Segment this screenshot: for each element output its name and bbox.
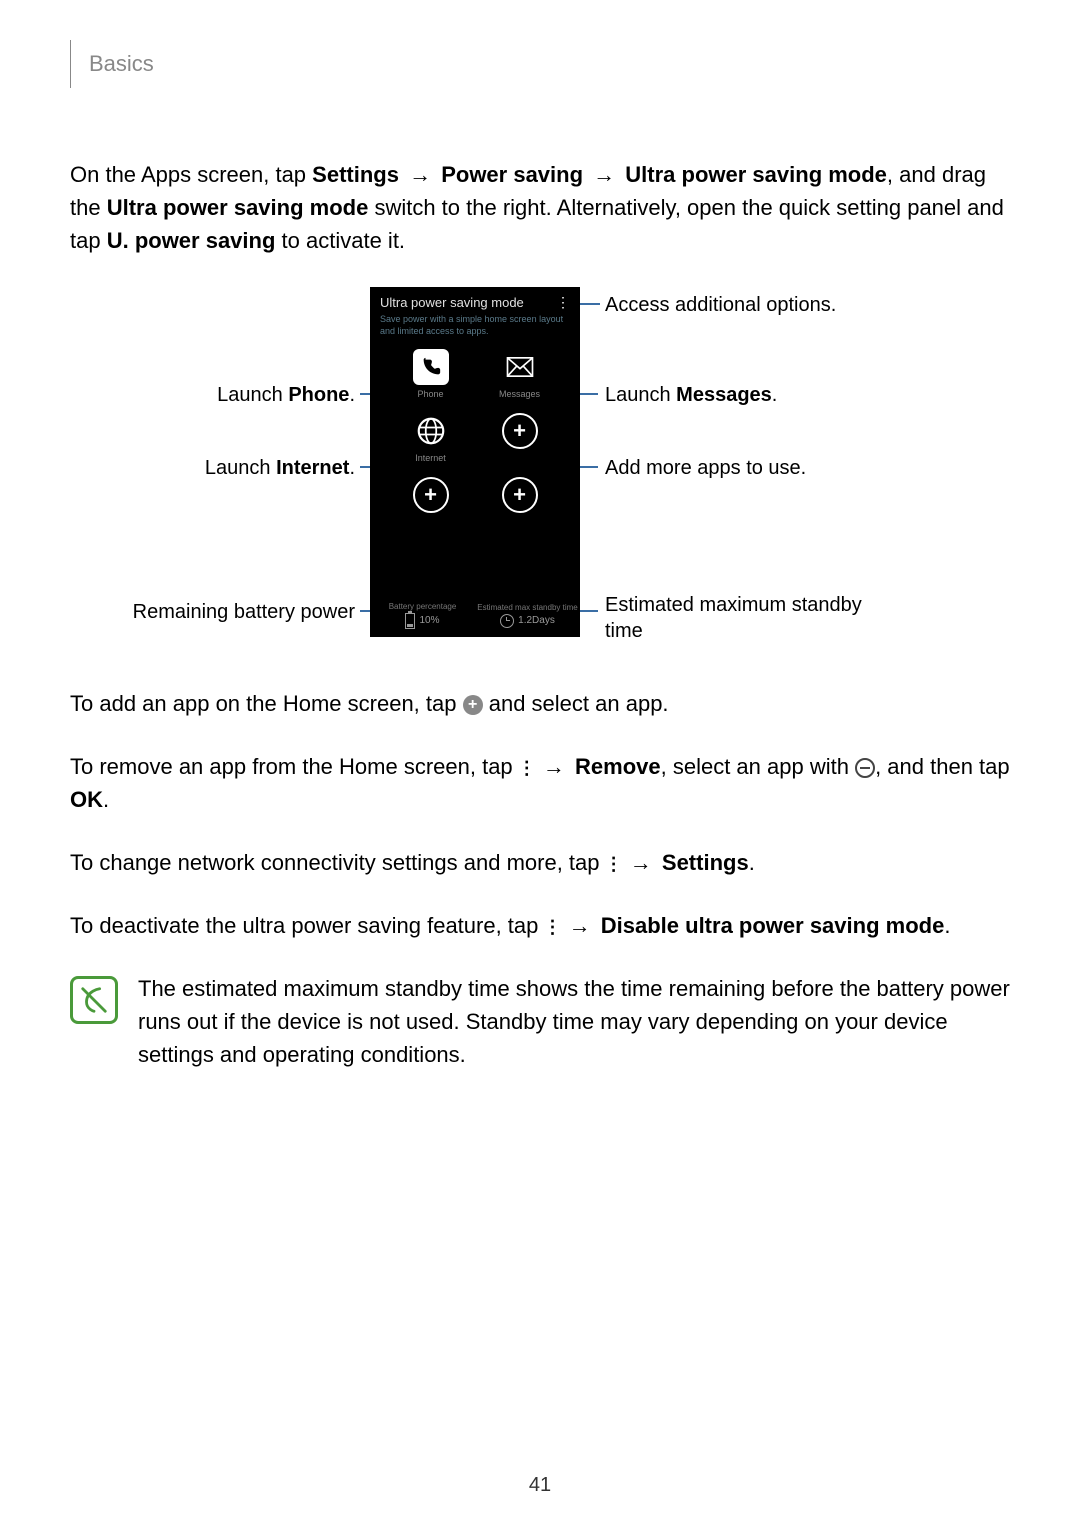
plus-icon: + xyxy=(413,477,449,513)
text-u-power-saving: U. power saving xyxy=(107,228,276,253)
screen-title: Ultra power saving mode xyxy=(370,287,580,314)
app-messages[interactable]: Messages xyxy=(487,349,552,399)
text: . xyxy=(772,384,778,406)
globe-icon xyxy=(413,413,449,449)
app-grid: Phone Messages Internet + xyxy=(370,345,580,531)
text: , and then tap xyxy=(875,754,1010,779)
text: , select an app with xyxy=(661,754,855,779)
text: Add more apps to use. xyxy=(605,457,806,479)
status-value: 1.2Days xyxy=(518,615,555,626)
text: . xyxy=(349,384,355,406)
standby-status: Estimated max standby time 1.2Days xyxy=(475,593,580,637)
text-ultra-mode: Ultra power saving mode xyxy=(625,162,887,187)
screen-subtitle: Save power with a simple home screen lay… xyxy=(370,314,580,345)
note-icon xyxy=(70,976,118,1024)
text: Internet xyxy=(276,457,349,479)
clock-icon xyxy=(500,614,514,628)
instruction-disable: To deactivate the ultra power saving fea… xyxy=(70,909,1010,942)
text: On the Apps screen, tap xyxy=(70,162,312,187)
app-internet[interactable]: Internet xyxy=(398,413,463,463)
note-block: The estimated maximum standby time shows… xyxy=(70,972,1010,1071)
more-icon: ⋮ xyxy=(545,914,559,941)
app-label: Phone xyxy=(417,389,443,399)
callout-options: Access additional options. xyxy=(605,292,836,318)
status-bar: Battery percentage 10% Estimated max sta… xyxy=(370,592,580,637)
text: Launch xyxy=(205,457,276,479)
text: Launch xyxy=(217,384,288,406)
status-label: Estimated max standby time xyxy=(477,603,577,612)
text: Phone xyxy=(288,384,349,406)
phone-screenshot: ⋮ Ultra power saving mode Save power wit… xyxy=(370,287,580,637)
text: OK xyxy=(70,787,103,812)
callout-battery: Remaining battery power xyxy=(133,599,355,625)
instruction-remove: To remove an app from the Home screen, t… xyxy=(70,750,1010,816)
page-number: 41 xyxy=(0,1474,1080,1497)
text: To add an app on the Home screen, tap xyxy=(70,691,463,716)
add-app-slot[interactable]: + xyxy=(487,413,552,463)
text: . xyxy=(749,850,755,875)
status-value: 10% xyxy=(419,615,439,626)
text: Messages xyxy=(676,384,772,406)
text: to activate it. xyxy=(275,228,405,253)
battery-status: Battery percentage 10% xyxy=(370,593,475,637)
plus-circle-icon: + xyxy=(463,695,483,715)
text: To remove an app from the Home screen, t… xyxy=(70,754,519,779)
arrow-icon: → xyxy=(589,162,619,187)
text: . xyxy=(103,787,109,812)
plus-icon: + xyxy=(502,477,538,513)
callout-standby: Estimated maximum standby time xyxy=(605,592,885,644)
text: Remove xyxy=(575,754,661,779)
app-label: Internet xyxy=(415,453,446,463)
text: Remaining battery power xyxy=(133,601,355,623)
arrow-icon: → xyxy=(626,850,656,875)
text: Disable ultra power saving mode xyxy=(601,913,945,938)
text: Estimated maximum standby time xyxy=(605,594,862,642)
plus-icon: + xyxy=(502,413,538,449)
intro-paragraph: On the Apps screen, tap Settings → Power… xyxy=(70,158,1010,257)
note-text: The estimated maximum standby time shows… xyxy=(138,972,1010,1071)
app-label: Messages xyxy=(499,389,540,399)
text: Access additional options. xyxy=(605,294,836,316)
more-options-icon[interactable]: ⋮ xyxy=(556,295,570,309)
text: . xyxy=(944,913,950,938)
instruction-add: To add an app on the Home screen, tap + … xyxy=(70,687,1010,720)
callout-messages: Launch Messages. xyxy=(605,382,777,408)
callout-phone: Launch Phone. xyxy=(217,382,355,408)
text: To deactivate the ultra power saving fea… xyxy=(70,913,545,938)
arrow-icon: → xyxy=(539,754,569,779)
text: Launch xyxy=(605,384,676,406)
app-phone[interactable]: Phone xyxy=(398,349,463,399)
minus-circle-icon xyxy=(855,758,875,778)
phone-icon xyxy=(413,349,449,385)
messages-icon xyxy=(502,349,538,385)
text-ultra-mode-2: Ultra power saving mode xyxy=(107,195,369,220)
instruction-settings: To change network connectivity settings … xyxy=(70,846,1010,879)
add-app-slot[interactable]: + xyxy=(398,477,463,527)
battery-icon xyxy=(405,613,415,629)
callout-internet: Launch Internet. xyxy=(205,455,355,481)
arrow-icon: → xyxy=(405,162,435,187)
text-power-saving: Power saving xyxy=(441,162,583,187)
callout-add-more: Add more apps to use. xyxy=(605,455,806,481)
text: Settings xyxy=(662,850,749,875)
text-settings: Settings xyxy=(312,162,399,187)
more-icon: ⋮ xyxy=(519,755,533,782)
text: . xyxy=(349,457,355,479)
add-app-slot[interactable]: + xyxy=(487,477,552,527)
section-header: Basics xyxy=(70,40,1010,88)
text: To change network connectivity settings … xyxy=(70,850,606,875)
status-label: Battery percentage xyxy=(389,602,457,611)
section-title: Basics xyxy=(89,51,154,77)
arrow-icon: → xyxy=(565,913,595,938)
figure: Launch Phone. Launch Internet. Remaining… xyxy=(70,287,1010,657)
text: and select an app. xyxy=(489,691,669,716)
more-icon: ⋮ xyxy=(606,851,620,878)
